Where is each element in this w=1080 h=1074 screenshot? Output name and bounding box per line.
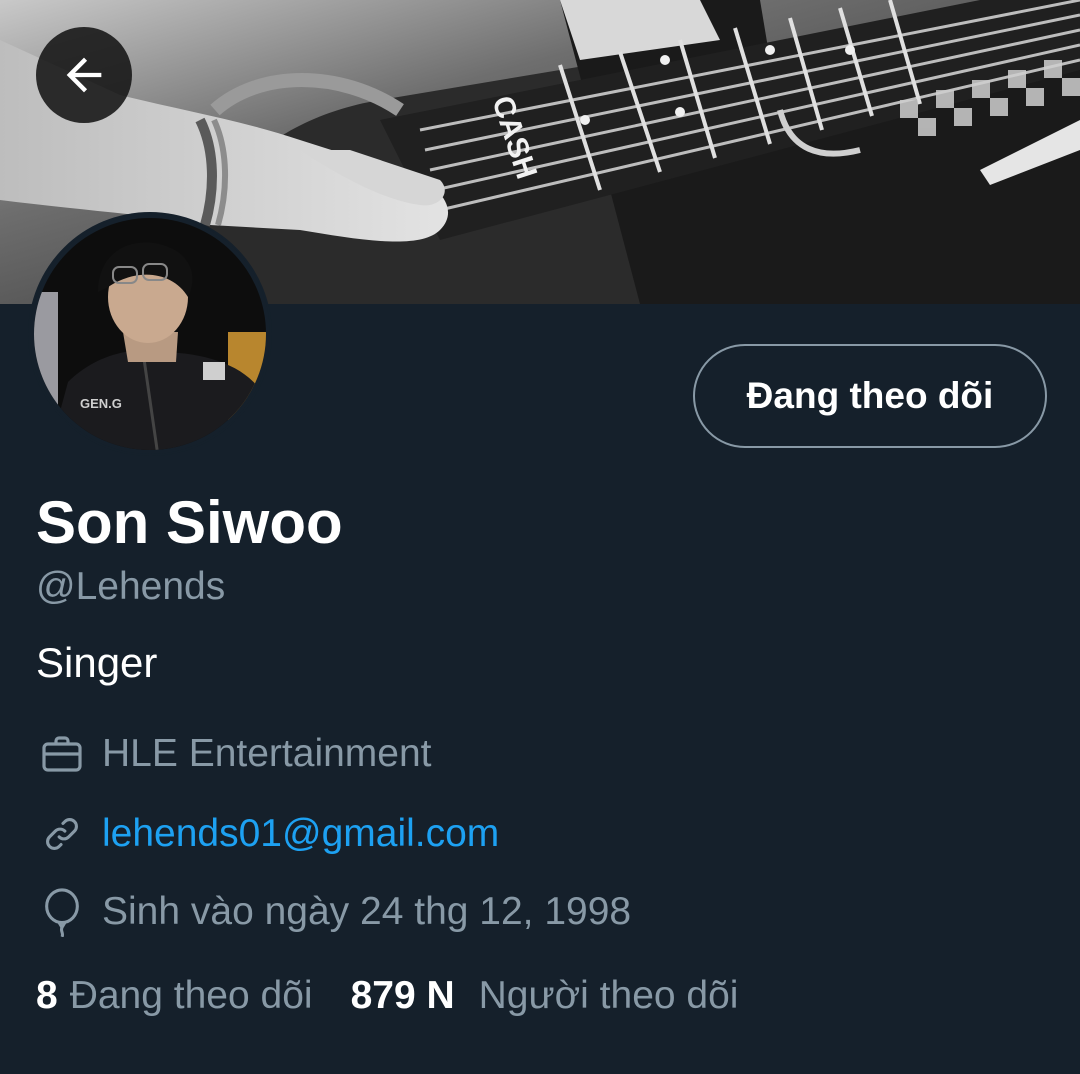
profile-link-row: lehends01@gmail.com xyxy=(36,808,499,860)
follow-stats: 8 Đang theo dõi 879 N Người theo dõi xyxy=(36,974,738,1018)
profile-handle: @Lehends xyxy=(36,565,226,608)
balloon-icon xyxy=(36,886,88,938)
svg-text:GEN.G: GEN.G xyxy=(80,396,122,411)
profile-birthday-text: Sinh vào ngày 24 thg 12, 1998 xyxy=(102,890,632,933)
profile-work-row: HLE Entertainment xyxy=(36,728,432,780)
profile-birthday-row: Sinh vào ngày 24 thg 12, 1998 xyxy=(36,886,631,938)
following-count: 8 xyxy=(36,974,58,1017)
back-button[interactable] xyxy=(36,27,132,123)
profile-name: Son Siwoo xyxy=(36,489,343,556)
following-stat[interactable]: 8 Đang theo dõi xyxy=(36,974,313,1018)
briefcase-icon xyxy=(36,728,88,780)
avatar[interactable]: GEN.G xyxy=(28,212,272,456)
followers-label: Người theo dõi xyxy=(478,974,739,1017)
profile-link[interactable]: lehends01@gmail.com xyxy=(102,812,499,856)
profile-bio: Singer xyxy=(36,639,158,686)
arrow-left-icon xyxy=(66,57,102,93)
followers-count: 879 N xyxy=(350,974,455,1017)
following-button[interactable]: Đang theo dõi xyxy=(693,344,1047,448)
followers-stat[interactable]: 879 N Người theo dõi xyxy=(351,974,739,1018)
link-icon xyxy=(36,808,88,860)
following-label: Đang theo dõi xyxy=(69,974,313,1017)
avatar-image: GEN.G xyxy=(30,214,270,454)
profile-work-text: HLE Entertainment xyxy=(102,732,432,775)
